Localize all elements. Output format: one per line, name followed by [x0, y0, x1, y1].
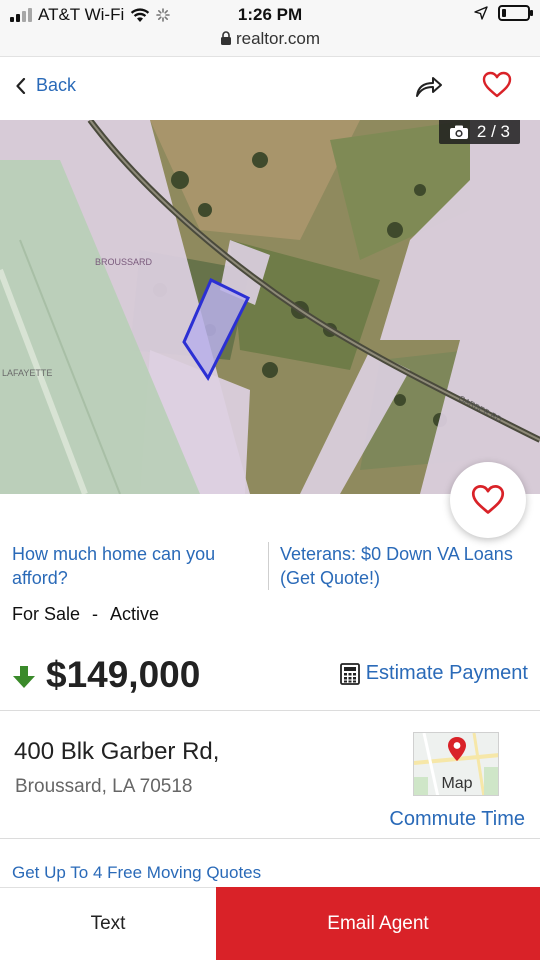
listing-photo[interactable]: BROUSSARD LAFAYETTE GARBER RD [0, 120, 540, 494]
va-loans-link[interactable]: Veterans: $0 Down VA Loans (Get Quote!) [280, 542, 530, 590]
page: AT&T Wi-Fi 1:26 PM realtor.com Back BROU… [0, 0, 540, 960]
affordability-link[interactable]: How much home can you afford? [12, 542, 256, 590]
location-arrow-icon [474, 6, 488, 20]
address-line-1: 400 Blk Garber Rd, [14, 738, 220, 765]
clock: 1:26 PM [237, 5, 303, 24]
commute-time-link[interactable]: Commute Time [389, 808, 525, 831]
calculator-icon [339, 662, 360, 685]
email-agent-button[interactable]: Email Agent [216, 887, 540, 960]
moving-quotes-link[interactable]: Get Up To 4 Free Moving Quotes [12, 863, 261, 883]
estimate-payment-label: Estimate Payment [365, 662, 528, 684]
camera-icon [449, 125, 468, 139]
url-bar[interactable]: realtor.com [0, 29, 540, 49]
price-row: $149,000 Estimate Payment [0, 650, 540, 700]
nav-bar: Back [0, 56, 540, 120]
battery-icon [498, 5, 533, 21]
address-line-2: Broussard, LA 70518 [15, 776, 193, 797]
listing-price: $149,000 [46, 654, 201, 695]
divider [0, 710, 540, 711]
url-text: realtor.com [235, 29, 321, 48]
heart-icon[interactable] [482, 70, 512, 100]
map-label-broussard: BROUSSARD [95, 257, 153, 267]
back-button[interactable]: Back [16, 75, 76, 96]
status-right [474, 5, 533, 21]
status-bar: AT&T Wi-Fi 1:26 PM realtor.com [0, 0, 540, 56]
text-agent-button[interactable]: Text [0, 887, 216, 960]
map-thumbnail-button[interactable]: Map [413, 732, 499, 796]
status-separator: - [92, 604, 99, 624]
aerial-map-image: BROUSSARD LAFAYETTE GARBER RD [0, 120, 540, 494]
save-favorite-button[interactable] [450, 462, 526, 538]
heart-icon [471, 485, 505, 514]
map-label: Map [441, 775, 473, 792]
bottom-action-bar: Text Email Agent [0, 887, 540, 960]
lock-icon [220, 31, 231, 45]
for-sale-label: For Sale [12, 604, 81, 624]
listing-status: For Sale - Active [12, 604, 159, 625]
back-label: Back [36, 75, 77, 95]
chevron-left-icon [16, 77, 26, 94]
estimate-payment-button[interactable]: Estimate Payment [339, 662, 528, 685]
promo-links: How much home can you afford? Veterans: … [0, 540, 540, 596]
share-icon[interactable] [414, 71, 444, 101]
promo-divider [268, 542, 269, 590]
battery-fill [502, 9, 506, 17]
map-label-lafayette: LAFAYETTE [2, 368, 52, 378]
price-down-arrow-icon [13, 666, 35, 688]
photo-counter-text: 2 / 3 [476, 122, 510, 141]
active-label: Active [110, 604, 160, 624]
divider [0, 838, 540, 839]
photo-counter: 2 / 3 [438, 120, 520, 144]
